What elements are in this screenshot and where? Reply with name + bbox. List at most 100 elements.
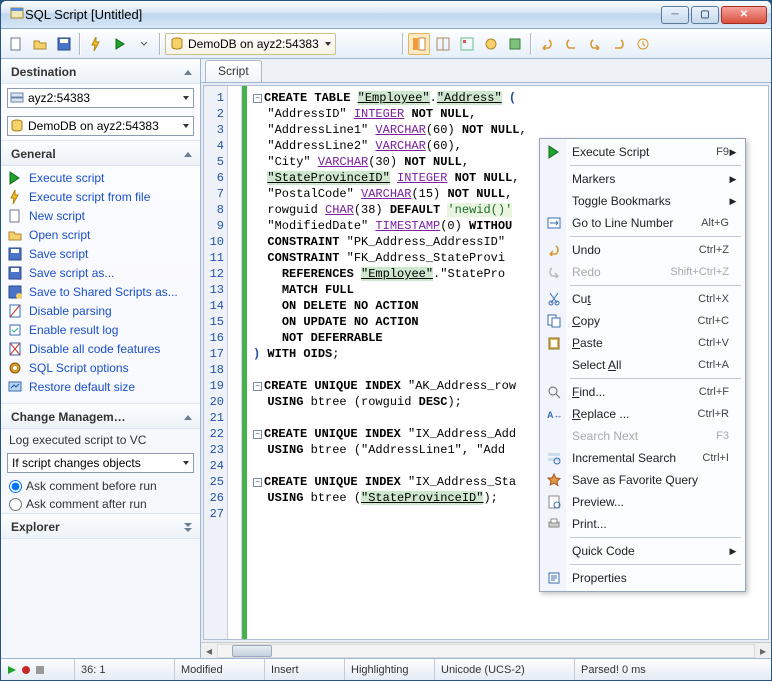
db-selector-label: DemoDB on ayz2:54383	[28, 119, 159, 133]
sidebar-item[interactable]: Execute script from file	[7, 189, 198, 205]
sidebar-item[interactable]: Disable parsing	[7, 303, 198, 319]
tool2-icon[interactable]	[504, 33, 526, 55]
sidebar-item[interactable]: SQL Script options	[7, 360, 198, 376]
menu-item[interactable]: Markers▶	[542, 168, 743, 190]
database-icon	[170, 37, 184, 51]
window-title: SQL Script [Untitled]	[25, 7, 661, 22]
menu-item[interactable]: Print...	[542, 513, 743, 535]
sidebar-item[interactable]: Enable result log	[7, 322, 198, 338]
sidebar-item[interactable]: Restore default size	[7, 379, 198, 395]
tab-script[interactable]: Script	[205, 60, 262, 82]
radio-ask-after[interactable]: Ask comment after run	[1, 495, 200, 513]
sidebar-item[interactable]: Save to Shared Scripts as...	[7, 284, 198, 300]
sidebar-item[interactable]: New script	[7, 208, 198, 224]
scroll-thumb[interactable]	[232, 645, 272, 657]
submenu-arrow-icon: ▶	[729, 147, 737, 158]
sidebar-item-icon	[7, 170, 23, 186]
menu-item[interactable]: A↔BReplace ...Ctrl+R	[542, 403, 743, 425]
sidebar-item[interactable]: .. Save script as...	[7, 265, 198, 281]
section-explorer[interactable]: Explorer	[1, 513, 200, 539]
redo-step-icon[interactable]	[608, 33, 630, 55]
log-mode-select[interactable]: If script changes objects	[7, 453, 194, 473]
main-toolbar: DemoDB on ayz2:54383	[1, 29, 771, 59]
menu-item-label: Select All	[566, 358, 698, 372]
status-play-icon[interactable]	[7, 665, 17, 675]
status-stop-icon[interactable]	[35, 665, 45, 675]
scroll-right-icon[interactable]: ▸	[755, 644, 771, 658]
collapse-icon	[184, 415, 192, 420]
menu-item-icon	[542, 473, 566, 487]
menu-item-icon	[542, 314, 566, 328]
run-dropdown-icon[interactable]	[133, 33, 155, 55]
radio-ask-before-label: Ask comment before run	[26, 479, 157, 493]
tool1-icon[interactable]	[480, 33, 502, 55]
sidebar-item-icon	[7, 322, 23, 338]
menu-item[interactable]: CutCtrl+X	[542, 288, 743, 310]
titlebar: SQL Script [Untitled] ─ ▢ ✕	[1, 1, 771, 29]
radio-ask-after-input[interactable]	[9, 498, 22, 511]
host-selector[interactable]: ayz2:54383	[7, 88, 194, 108]
menu-item-label: Replace ...	[566, 407, 698, 421]
menu-item[interactable]: Save as Favorite Query	[542, 469, 743, 491]
close-button[interactable]: ✕	[721, 6, 767, 24]
chevron-down-icon	[183, 461, 189, 465]
section-general[interactable]: General	[1, 140, 200, 166]
run-icon[interactable]	[109, 33, 131, 55]
sidebar-item-icon: ..	[7, 265, 23, 281]
sidebar-item[interactable]: Execute script	[7, 170, 198, 186]
app-window: SQL Script [Untitled] ─ ▢ ✕ DemoDB on ay…	[0, 0, 772, 681]
sidebar-item-label: Save script as...	[29, 266, 114, 280]
layout2-icon[interactable]	[456, 33, 478, 55]
maximize-button[interactable]: ▢	[691, 6, 719, 24]
sidebar-item-label: Disable all code features	[29, 342, 160, 356]
sidebar-item[interactable]: Disable all code features	[7, 341, 198, 357]
radio-ask-before[interactable]: Ask comment before run	[1, 477, 200, 495]
menu-item[interactable]: Preview...	[542, 491, 743, 513]
menu-item-label: Execute Script	[566, 145, 716, 159]
save-icon[interactable]	[53, 33, 75, 55]
radio-ask-before-input[interactable]	[9, 480, 22, 493]
new-icon[interactable]	[5, 33, 27, 55]
menu-item[interactable]: Quick Code▶	[542, 540, 743, 562]
sidebar-item[interactable]: Open script	[7, 227, 198, 243]
menu-item[interactable]: Incremental SearchCtrl+I	[542, 447, 743, 469]
layout1-icon[interactable]	[432, 33, 454, 55]
history-icon[interactable]	[632, 33, 654, 55]
menu-item[interactable]: Find...Ctrl+F	[542, 381, 743, 403]
sidebar-item-icon	[7, 303, 23, 319]
menu-item-icon	[542, 495, 566, 509]
sidebar-item-icon	[7, 246, 23, 262]
menu-item-label: Print...	[566, 517, 729, 531]
menu-item[interactable]: PasteCtrl+V	[542, 332, 743, 354]
sidebar-item[interactable]: Save script	[7, 246, 198, 262]
minimize-button[interactable]: ─	[661, 6, 689, 24]
menu-item[interactable]: Properties	[542, 567, 743, 589]
status-record-icon[interactable]	[21, 665, 31, 675]
section-destination[interactable]: Destination	[1, 59, 200, 84]
menu-item[interactable]: Go to Line NumberAlt+G	[542, 212, 743, 234]
status-highlighting: Highlighting	[345, 659, 435, 680]
menu-item[interactable]: Select AllCtrl+A	[542, 354, 743, 376]
database-selector[interactable]: DemoDB on ayz2:54383	[165, 33, 336, 55]
redo-icon[interactable]	[584, 33, 606, 55]
menu-item[interactable]: Execute ScriptF9▶	[542, 141, 743, 163]
menu-item[interactable]: CopyCtrl+C	[542, 310, 743, 332]
open-icon[interactable]	[29, 33, 51, 55]
scroll-left-icon[interactable]: ◂	[201, 644, 217, 658]
h-scrollbar[interactable]: ◂ ▸	[201, 642, 771, 658]
toggle-sidebar-icon[interactable]	[408, 33, 430, 55]
menu-separator	[570, 378, 741, 379]
menu-item-label: Save as Favorite Query	[566, 473, 729, 487]
undo-step-icon[interactable]	[560, 33, 582, 55]
menu-item[interactable]: UndoCtrl+Z	[542, 239, 743, 261]
undo-icon[interactable]	[536, 33, 558, 55]
menu-item-icon	[542, 451, 566, 465]
db-selector[interactable]: DemoDB on ayz2:54383	[7, 116, 194, 136]
menu-item[interactable]: Toggle Bookmarks▶	[542, 190, 743, 212]
execute-lightning-icon[interactable]	[85, 33, 107, 55]
menu-item-label: Incremental Search	[566, 451, 702, 465]
menu-item-icon	[542, 385, 566, 399]
menu-item-shortcut: F9	[716, 146, 729, 158]
section-change-mgmt[interactable]: Change Managem…	[1, 403, 200, 429]
sidebar-item-label: Enable result log	[29, 323, 118, 337]
